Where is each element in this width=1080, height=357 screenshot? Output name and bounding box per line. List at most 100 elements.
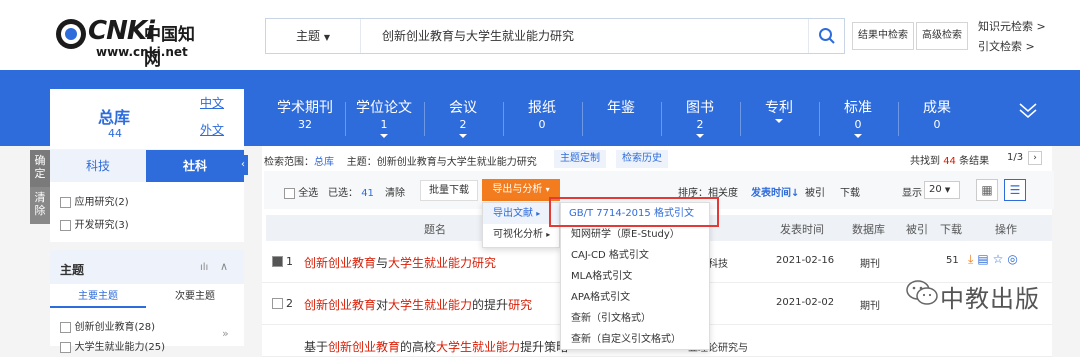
nav-item[interactable]: 报纸 0	[507, 99, 577, 132]
result-title-link[interactable]: 创新创业教育与大学生就业能力研究	[304, 254, 496, 271]
result-title-link[interactable]: 创新创业教育对大学生就业能力的提升研究	[304, 296, 532, 313]
facet-tab-sub[interactable]: 次要主题	[146, 286, 244, 308]
submenu-item[interactable]: MLA格式引文	[561, 266, 709, 287]
facet-item[interactable]: 创新创业教育(28)	[60, 318, 155, 333]
nav-divider	[345, 102, 346, 136]
scope-topic: 主题：创新创业教育与大学生就业能力研究	[346, 157, 537, 168]
citation-search-link[interactable]: 引文检索 >	[978, 38, 1035, 54]
logo-url-text: www.cnki.net	[96, 45, 188, 59]
submenu-item[interactable]: 查新（引文格式）	[561, 308, 709, 329]
title-fragment: 大学生就业能力	[436, 340, 521, 354]
row-checkbox[interactable]	[272, 298, 283, 309]
zongku-label[interactable]: 总库	[98, 104, 130, 128]
search-field-label: 主题	[296, 29, 321, 43]
html-read-icon[interactable]: ▤	[977, 252, 992, 266]
nav-item[interactable]: 标准 0	[823, 99, 893, 138]
grid-view-icon[interactable]: ▦	[976, 179, 998, 201]
result-date: 2021-02-02	[776, 297, 835, 308]
submenu-item[interactable]: 查新（自定义引文格式）	[561, 329, 709, 350]
nav-item[interactable]: 会议 2	[428, 99, 498, 138]
nav-divider	[898, 102, 899, 136]
checkbox[interactable]	[60, 196, 71, 208]
nav-item[interactable]: 学位论文 1	[349, 99, 419, 138]
nav-item[interactable]: 专利	[744, 99, 814, 123]
table-header-cell: 被引	[906, 223, 928, 236]
search-history-button[interactable]: 检索历史	[616, 150, 668, 168]
nav-item[interactable]: 学术期刊 32	[270, 99, 340, 132]
sort-date-label: 发表时间	[751, 188, 791, 199]
title-fragment: 大学生就业能力	[388, 298, 473, 312]
option-label: 开发研究(3)	[74, 220, 129, 231]
facet-tab-main[interactable]: 主要主题	[50, 286, 146, 308]
nav-item-label: 报纸	[528, 100, 556, 116]
nav-item-label: 学位论文	[356, 100, 412, 116]
display-count: 20	[929, 184, 942, 195]
facet-title: 主题	[60, 263, 85, 277]
search-in-results-button[interactable]: 结果中检索	[852, 22, 914, 50]
row-checkbox[interactable]	[272, 256, 283, 267]
favorite-icon[interactable]: ☆	[993, 252, 1008, 266]
nav-item-count: 2	[459, 118, 467, 131]
wechat-icon	[905, 279, 939, 310]
advanced-search-button[interactable]: 高级检索	[916, 22, 968, 50]
submenu-item[interactable]: CAJ-CD 格式引文	[561, 245, 709, 266]
sort-cite-link[interactable]: 被引	[805, 184, 825, 199]
nav-item-label: 成果	[923, 100, 951, 116]
search-button[interactable]	[808, 19, 844, 53]
option-row[interactable]: 开发研究(3)	[60, 216, 129, 231]
side-clear-button[interactable]: 清除	[30, 187, 50, 224]
menu-visual-analysis[interactable]: 可视化分析 ▸	[483, 224, 559, 245]
nav-item[interactable]: 年鉴	[586, 99, 656, 118]
batch-download-button[interactable]: 批量下载	[420, 180, 478, 201]
checkbox[interactable]	[60, 341, 71, 353]
menu-visual-analysis-label: 可视化分析	[493, 229, 543, 240]
highlight-box	[549, 197, 719, 227]
option-label: 应用研究(2)	[74, 197, 129, 208]
tab-sheke[interactable]: 社科	[146, 150, 244, 182]
tab-keji[interactable]: 科技	[50, 150, 146, 182]
bar-chart-icon[interactable]: ılı	[200, 262, 208, 273]
table-header-cell: 下载	[940, 223, 962, 236]
submenu-item[interactable]: APA格式引文	[561, 287, 709, 308]
nav-item-label: 学术期刊	[277, 100, 333, 116]
sort-download-link[interactable]: 下载	[840, 184, 860, 199]
expand-chevron-icon[interactable]	[1016, 98, 1040, 125]
lang-en-link[interactable]: 外文	[200, 121, 224, 138]
side-action-strip: 确定 清除	[30, 150, 50, 224]
chevron-up-icon[interactable]: ∧	[220, 260, 228, 273]
row-actions: ⤓▤☆◎	[968, 252, 1022, 267]
cnki-logo[interactable]: CNKi 中国知网 www.cnki.net	[52, 14, 202, 70]
caret-down-icon	[459, 134, 467, 138]
result-title-link[interactable]: 基于创新创业教育的高校大学生就业能力提升策略	[304, 338, 568, 355]
submenu-item[interactable]: 知网研学（原E-Study）	[561, 224, 709, 245]
checkbox[interactable]	[284, 187, 295, 199]
collapse-arrow-icon[interactable]: ‹	[238, 155, 248, 175]
search-field-select[interactable]: 主题 ▼	[266, 19, 361, 53]
caret-down-icon	[380, 134, 388, 138]
menu-export-refs[interactable]: 导出文献 ▸	[483, 203, 559, 224]
title-fragment: 大学生就业能力研究	[388, 256, 497, 270]
scope-value[interactable]: 总库	[314, 157, 334, 168]
lang-cn-link[interactable]: 中文	[200, 94, 224, 111]
clear-link[interactable]: 清除	[385, 184, 405, 199]
result-date: 2021-02-16	[776, 255, 835, 266]
more-arrow-icon[interactable]: »	[222, 327, 229, 340]
facet-item-label: 大学生就业能力(25)	[74, 342, 166, 353]
nav-item[interactable]: 成果 0	[902, 99, 972, 132]
side-confirm-button[interactable]: 确定	[30, 150, 50, 187]
download-icon[interactable]: ⤓	[968, 252, 977, 266]
select-all[interactable]: 全选	[284, 184, 318, 199]
next-page-button[interactable]: ›	[1028, 151, 1042, 165]
sort-date-link[interactable]: 发表时间↓	[751, 184, 799, 199]
checkbox[interactable]	[60, 219, 71, 231]
topic-custom-button[interactable]: 主题定制	[554, 150, 606, 168]
nav-item[interactable]: 图书 2	[665, 99, 735, 138]
knowledge-search-link[interactable]: 知识元检索 >	[978, 18, 1046, 34]
list-view-icon[interactable]: ☰	[1004, 179, 1026, 201]
quote-icon[interactable]: ◎	[1007, 252, 1021, 266]
category-panel: 科技 社科 ‹ 应用研究(2) 开发研究(3)	[50, 150, 248, 242]
checkbox[interactable]	[60, 321, 71, 333]
option-row[interactable]: 应用研究(2)	[60, 193, 129, 208]
display-count-select[interactable]: 20 ▼	[924, 181, 960, 199]
search-input[interactable]: 创新创业教育与大学生就业能力研究	[382, 19, 574, 53]
